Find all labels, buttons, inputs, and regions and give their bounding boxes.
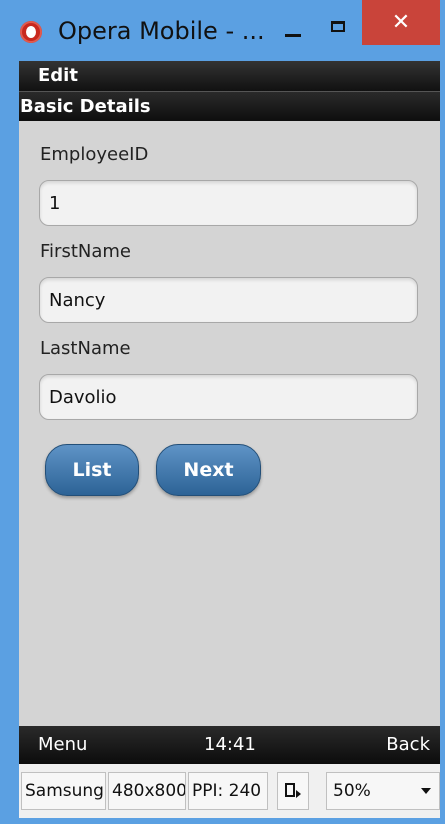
employee-id-label: EmployeeID <box>40 144 149 165</box>
device-profile-field[interactable]: Samsung <box>21 772 106 810</box>
section-header: Basic Details <box>19 91 440 121</box>
opera-logo-icon <box>20 21 42 43</box>
window-title: Opera Mobile - ... <box>58 17 265 45</box>
ppi-field[interactable]: PPI: 240 <box>188 772 268 810</box>
minimize-icon[interactable] <box>285 34 301 37</box>
last-name-label: LastName <box>40 338 131 359</box>
softkey-bar: Menu 14:41 Back <box>19 726 440 764</box>
section-title: Basic Details <box>20 96 151 117</box>
clock: 14:41 <box>204 734 256 755</box>
device-screen: Edit Basic Details EmployeeID FirstName … <box>19 61 440 764</box>
back-softkey[interactable]: Back <box>386 734 430 755</box>
page-title: Edit <box>38 65 78 86</box>
chevron-down-icon <box>421 788 431 794</box>
employee-id-field[interactable] <box>39 180 418 226</box>
first-name-label: FirstName <box>40 241 131 262</box>
resolution-field[interactable]: 480x800 <box>108 772 186 810</box>
close-button[interactable]: ✕ <box>362 0 440 45</box>
zoom-select[interactable]: 50% <box>326 772 440 810</box>
first-name-field[interactable] <box>39 277 418 323</box>
rotate-icon <box>285 783 301 798</box>
emulator-window: Opera Mobile - ... ✕ Edit Basic Details … <box>0 0 445 824</box>
last-name-field[interactable] <box>39 374 418 420</box>
maximize-icon[interactable] <box>331 21 345 32</box>
rotate-button[interactable] <box>277 772 309 810</box>
title-bar[interactable]: Opera Mobile - ... ✕ <box>0 0 445 60</box>
next-button[interactable]: Next <box>156 444 261 496</box>
page-header: Edit <box>19 61 440 91</box>
emulator-toolbar: Samsung 480x800 PPI: 240 50% <box>19 764 440 818</box>
menu-softkey[interactable]: Menu <box>38 734 87 755</box>
list-button[interactable]: List <box>45 444 139 496</box>
zoom-value: 50% <box>333 781 371 801</box>
